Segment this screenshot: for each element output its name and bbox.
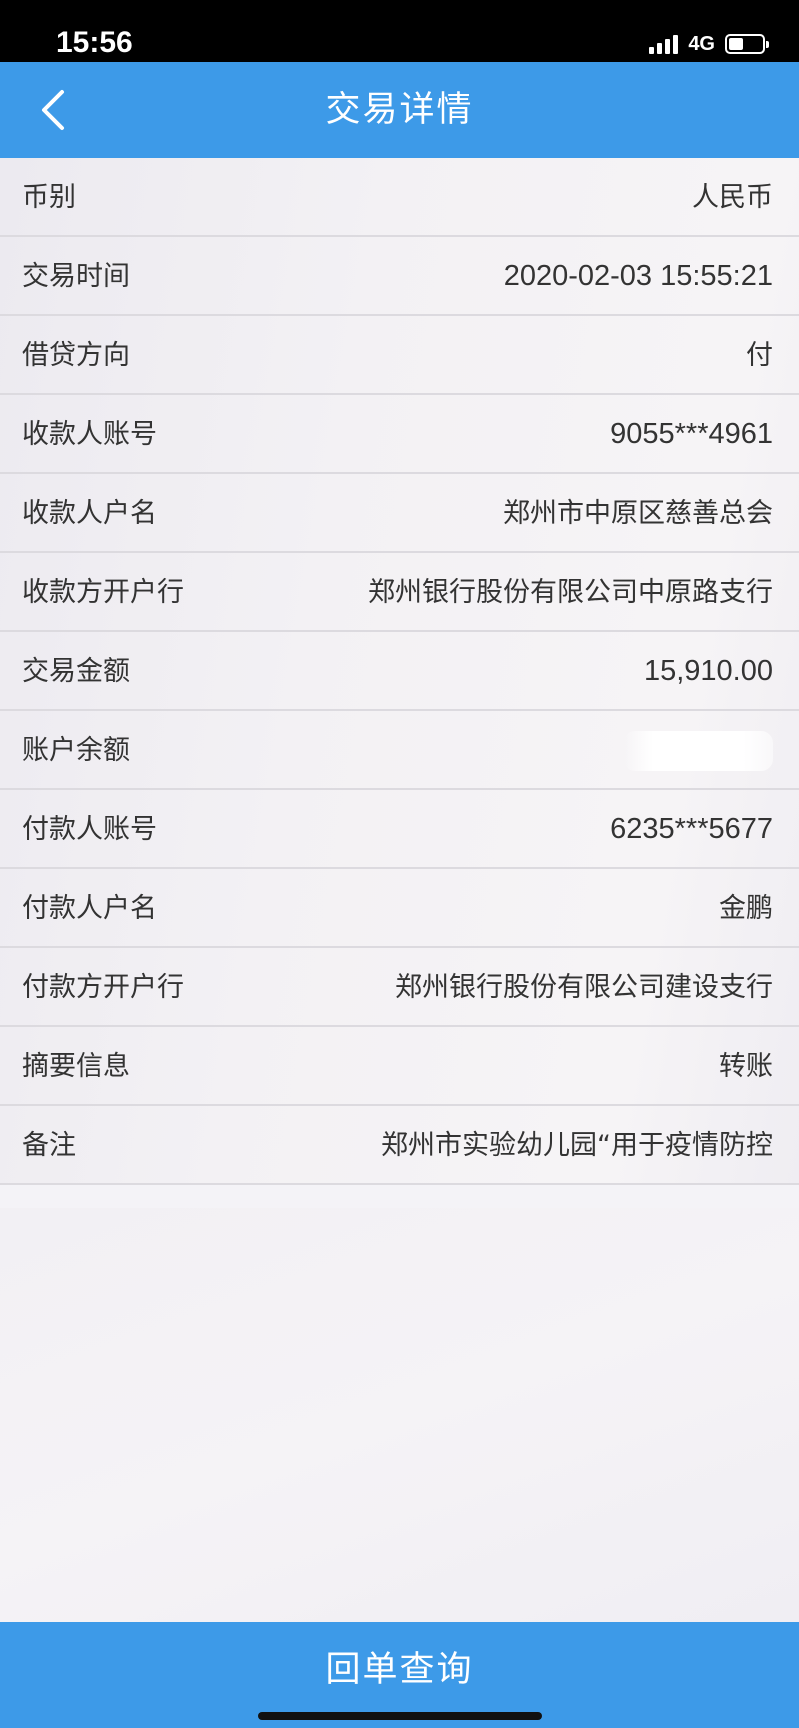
row-value: 郑州市实验幼儿园“用于疫情防控	[381, 1130, 773, 1161]
row-value: 15,910.00	[643, 655, 773, 687]
row-label: 收款方开户行	[22, 577, 184, 608]
row-label: 付款人户名	[22, 893, 157, 924]
network-type: 4G	[688, 33, 715, 55]
row-value: 6235***5677	[610, 813, 773, 845]
row-value: 付	[746, 340, 773, 371]
row-label: 借贷方向	[22, 340, 130, 371]
detail-row-payer-name: 付款人户名 金鹏	[0, 869, 799, 948]
row-value: 郑州银行股份有限公司建设支行	[395, 972, 773, 1003]
battery-icon	[725, 34, 769, 54]
empty-area	[0, 1208, 799, 1622]
row-label: 币别	[22, 182, 76, 213]
signal-icon	[649, 34, 679, 54]
row-value: 郑州市中原区慈善总会	[503, 498, 773, 529]
detail-row-amount: 交易金额 15,910.00	[0, 632, 799, 711]
row-value: 转账	[719, 1051, 773, 1082]
detail-row-payee-name: 收款人户名 郑州市中原区慈善总会	[0, 474, 799, 553]
row-label: 交易金额	[22, 656, 130, 687]
row-value: 9055***4961	[610, 418, 773, 450]
nav-bar: 交易详情	[0, 62, 799, 158]
detail-row-remark: 备注 郑州市实验幼儿园“用于疫情防控	[0, 1106, 799, 1185]
row-label: 备注	[22, 1130, 76, 1161]
battery-level	[729, 38, 743, 50]
status-time: 15:56	[56, 26, 133, 59]
detail-row-balance: 账户余额	[0, 711, 799, 790]
row-label: 收款人账号	[22, 419, 157, 450]
row-label: 收款人户名	[22, 498, 157, 529]
row-label: 交易时间	[22, 261, 130, 292]
home-indicator	[258, 1712, 542, 1720]
row-label: 摘要信息	[22, 1051, 130, 1082]
row-value: 金鹏	[719, 893, 773, 924]
detail-row-payer-account: 付款人账号 6235***5677	[0, 790, 799, 869]
row-label: 付款方开户行	[22, 972, 184, 1003]
detail-row-payer-bank: 付款方开户行 郑州银行股份有限公司建设支行	[0, 948, 799, 1027]
redacted-balance	[623, 731, 773, 771]
page-title: 交易详情	[325, 90, 474, 130]
detail-row-debit-credit: 借贷方向 付	[0, 316, 799, 395]
status-bar: 15:56 4G	[0, 0, 799, 62]
row-value: 郑州银行股份有限公司中原路支行	[368, 577, 773, 608]
detail-row-summary: 摘要信息 转账	[0, 1027, 799, 1106]
row-label: 账户余额	[22, 735, 130, 766]
row-label: 付款人账号	[22, 814, 157, 845]
status-indicators: 4G	[649, 33, 769, 55]
detail-row-payee-bank: 收款方开户行 郑州银行股份有限公司中原路支行	[0, 553, 799, 632]
detail-row-payee-account: 收款人账号 9055***4961	[0, 395, 799, 474]
transaction-detail-list: 币别 人民币 交易时间 2020-02-03 15:55:21 借贷方向 付 收…	[0, 158, 799, 1185]
row-value: 2020-02-03 15:55:21	[503, 260, 773, 292]
detail-row-transaction-time: 交易时间 2020-02-03 15:55:21	[0, 237, 799, 316]
detail-row-currency: 币别 人民币	[0, 158, 799, 237]
row-value: 人民币	[692, 182, 773, 213]
receipt-query-label: 回单查询	[325, 1650, 474, 1690]
